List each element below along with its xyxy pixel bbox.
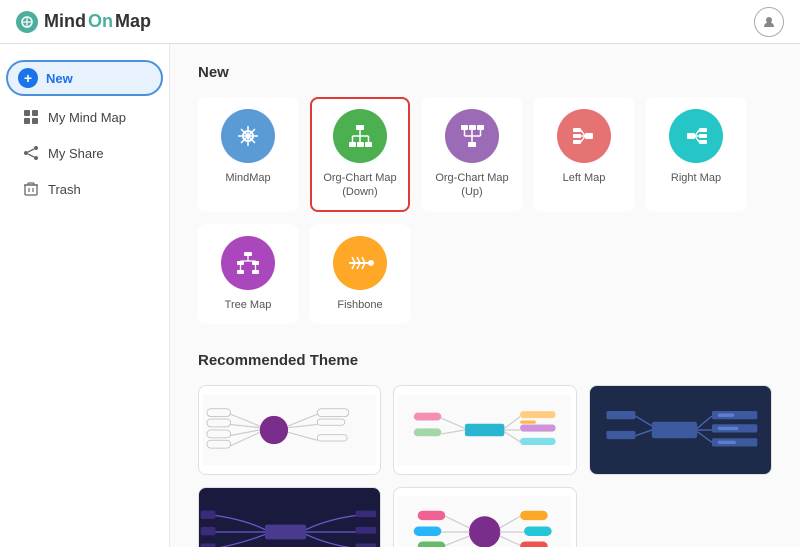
- map-card-tree-map[interactable]: Tree Map: [198, 224, 298, 324]
- map-types-grid: MindMap Org-Chart Map(Down) Org-Chart Ma…: [198, 97, 772, 324]
- left-map-icon: [557, 109, 611, 163]
- sidebar-item-my-mind-map-label: My Mind Map: [48, 110, 126, 125]
- org-chart-up-icon: [445, 109, 499, 163]
- sidebar-item-trash[interactable]: Trash: [6, 172, 163, 206]
- grid-icon: [22, 108, 40, 126]
- logo-text-mind: Mind: [44, 11, 86, 32]
- mindmap-label: MindMap: [225, 171, 270, 185]
- plus-icon: +: [18, 68, 38, 88]
- map-card-fishbone[interactable]: Fishbone: [310, 224, 410, 324]
- org-chart-up-label: Org-Chart Map (Up): [432, 171, 512, 200]
- sidebar-item-my-share[interactable]: My Share: [6, 136, 163, 170]
- share-icon: [22, 144, 40, 162]
- recommended-section-title: Recommended Theme: [198, 352, 772, 369]
- theme-card-3[interactable]: [589, 385, 772, 475]
- org-chart-down-label: Org-Chart Map(Down): [323, 171, 396, 200]
- tree-map-label: Tree Map: [225, 298, 272, 312]
- left-map-label: Left Map: [563, 171, 606, 185]
- sidebar-item-my-share-label: My Share: [48, 146, 104, 161]
- theme-card-4[interactable]: [198, 487, 381, 547]
- fishbone-icon: [333, 236, 387, 290]
- theme-card-1[interactable]: [198, 385, 381, 475]
- sidebar-item-new[interactable]: + New: [6, 60, 163, 96]
- map-card-mindmap[interactable]: MindMap: [198, 97, 298, 212]
- theme-card-2[interactable]: [393, 385, 576, 475]
- trash-icon: [22, 180, 40, 198]
- new-section-title: New: [198, 64, 772, 81]
- content-area: New MindMap Org-Chart Map(Down): [170, 44, 800, 547]
- logo-icon: [16, 11, 38, 33]
- sidebar-item-new-label: New: [46, 71, 73, 86]
- theme-card-5[interactable]: [393, 487, 576, 547]
- sidebar: + New My Mind Map My Share Trash: [0, 44, 170, 547]
- sidebar-item-trash-label: Trash: [48, 182, 81, 197]
- user-icon[interactable]: [754, 7, 784, 37]
- sidebar-item-my-mind-map[interactable]: My Mind Map: [6, 100, 163, 134]
- themes-grid: [198, 385, 772, 547]
- mindmap-icon: [221, 109, 275, 163]
- header: MindOnMap: [0, 0, 800, 44]
- map-card-org-chart-up[interactable]: Org-Chart Map (Up): [422, 97, 522, 212]
- logo-text-map: Map: [115, 11, 151, 32]
- right-map-label: Right Map: [671, 171, 721, 185]
- map-card-left-map[interactable]: Left Map: [534, 97, 634, 212]
- org-chart-down-icon: [333, 109, 387, 163]
- map-card-right-map[interactable]: Right Map: [646, 97, 746, 212]
- right-map-icon: [669, 109, 723, 163]
- tree-map-icon: [221, 236, 275, 290]
- logo: MindOnMap: [16, 11, 151, 33]
- map-card-org-chart-down[interactable]: Org-Chart Map(Down): [310, 97, 410, 212]
- fishbone-label: Fishbone: [337, 298, 382, 312]
- main-layout: + New My Mind Map My Share Trash N: [0, 44, 800, 547]
- logo-text-on: On: [88, 11, 113, 32]
